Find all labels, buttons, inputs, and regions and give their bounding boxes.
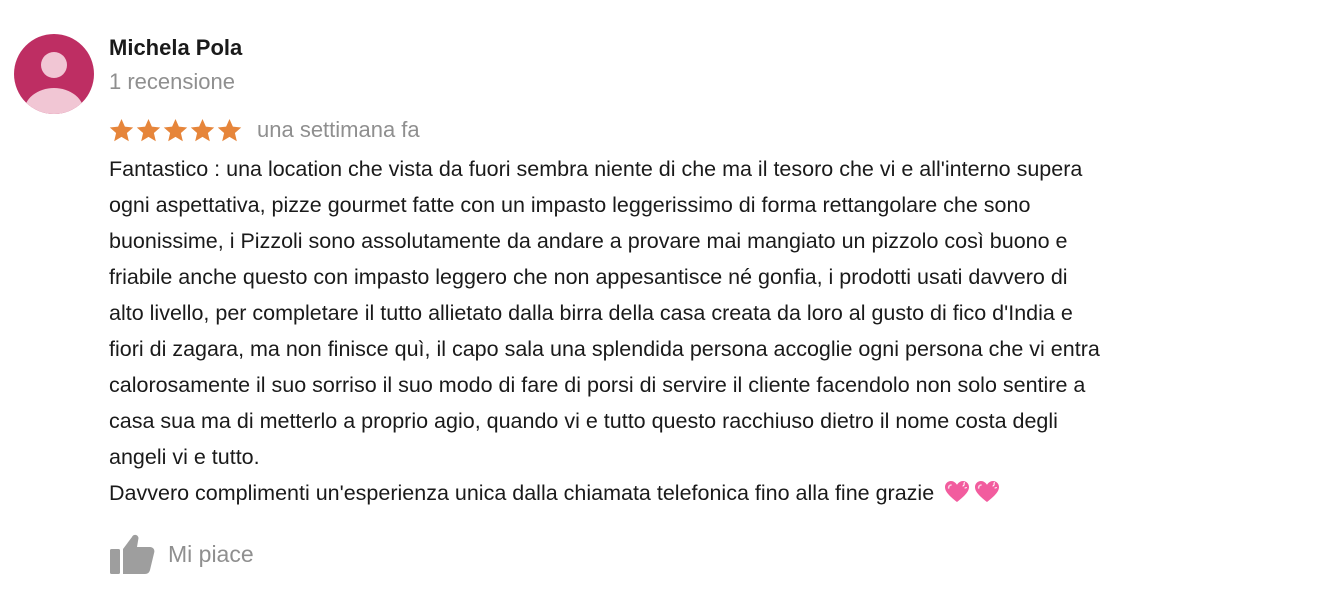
review-text-line: buonissime, i Pizzoli sono assolutamente… xyxy=(109,229,1068,253)
review-text-line: calorosamente il suo sorriso il suo modo… xyxy=(109,373,1086,397)
review-text-line: ogni aspettativa, pizze gourmet fatte co… xyxy=(109,193,1031,217)
star-filled-icon xyxy=(136,118,161,141)
rating-row: una settimana fa xyxy=(108,114,420,146)
review-text-line: angeli vi e tutto. xyxy=(109,445,260,469)
author-review-count: 1 recensione xyxy=(109,69,235,94)
review-text-line: alto livello, per completare il tutto al… xyxy=(109,301,1073,325)
thumbs-up-icon xyxy=(110,534,155,574)
like-button[interactable]: Mi piace xyxy=(108,532,254,576)
review-card: Michela Pola 1 recensione una settimana … xyxy=(0,0,1338,590)
review-date: una settimana fa xyxy=(257,117,420,142)
review-text-line: Davvero complimenti un'esperienza unica … xyxy=(109,481,935,505)
like-label: Mi piace xyxy=(168,540,254,567)
pink-heart-icon xyxy=(945,481,970,502)
avatar[interactable] xyxy=(14,34,94,114)
author-name[interactable]: Michela Pola xyxy=(109,35,242,61)
pink-heart-icon xyxy=(975,481,1000,502)
star-filled-icon xyxy=(217,118,242,141)
star-filled-icon xyxy=(190,118,215,141)
review-text: Fantastico : una location che vista da f… xyxy=(109,151,1319,511)
review-text-line: casa sua ma di metterlo a proprio agio, … xyxy=(109,409,1058,433)
user-avatar-icon xyxy=(14,34,94,114)
star-rating xyxy=(108,117,243,144)
review-text-line: fiori di zagara, ma non finisce quì, il … xyxy=(109,337,1100,361)
star-filled-icon xyxy=(163,118,188,141)
star-filled-icon xyxy=(109,118,134,141)
review-text-line: friabile anche questo con impasto legger… xyxy=(109,265,1068,289)
review-text-line: Fantastico : una location che vista da f… xyxy=(109,157,1083,181)
review-text-last-line: Davvero complimenti un'esperienza unica … xyxy=(109,475,1319,511)
